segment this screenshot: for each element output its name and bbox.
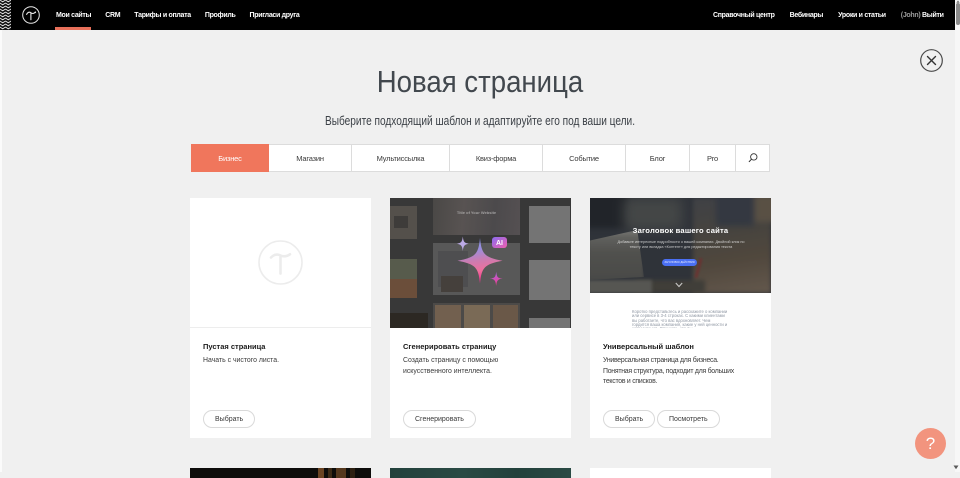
svg-text:AI: AI (496, 240, 503, 247)
